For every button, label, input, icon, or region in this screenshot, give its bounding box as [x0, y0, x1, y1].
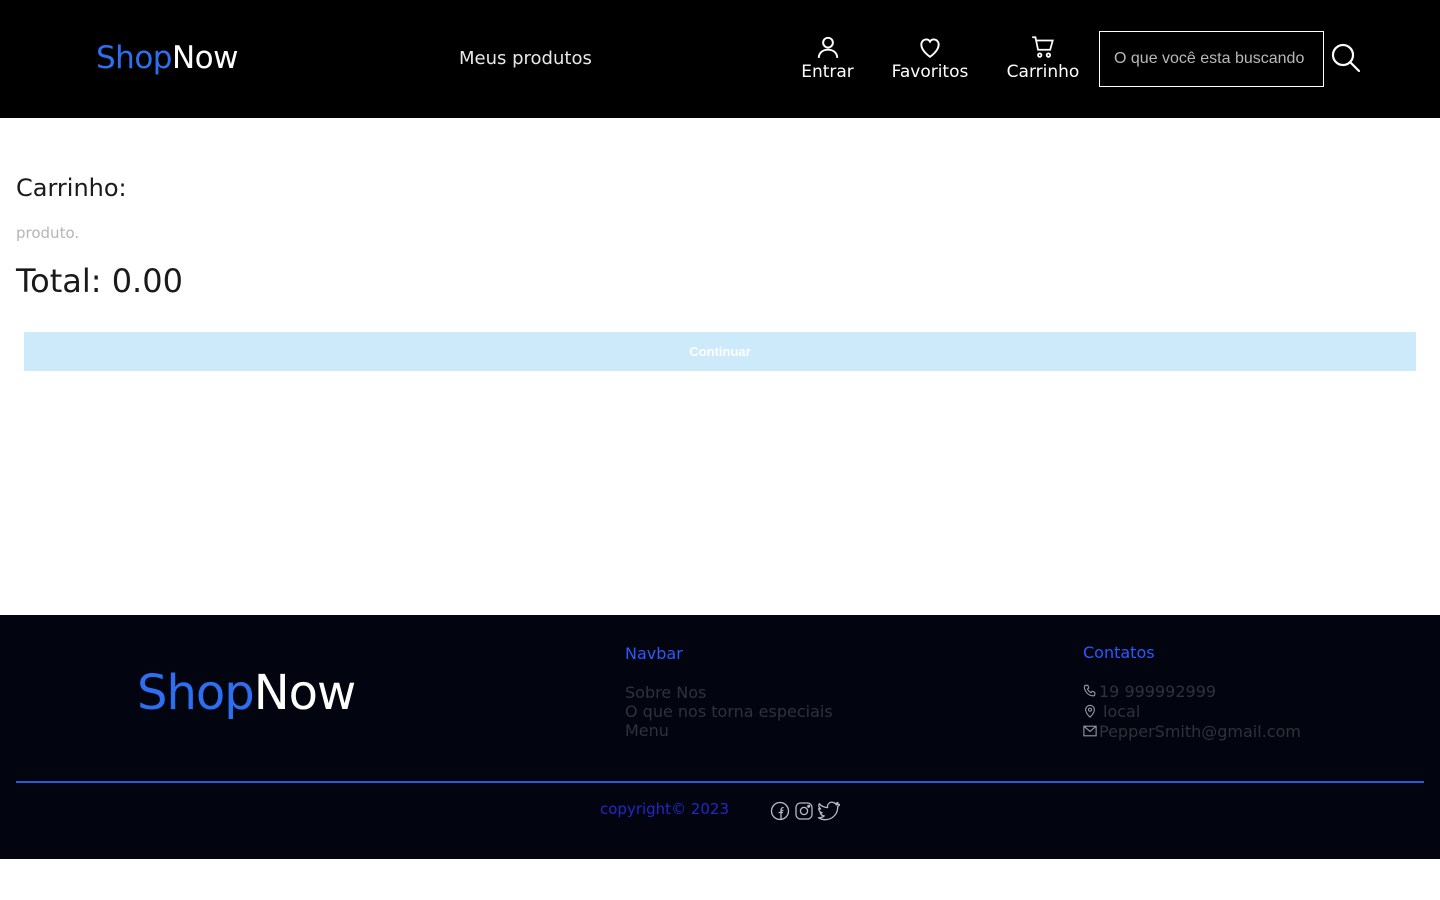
contact-phone: 19 999992999: [1083, 681, 1301, 701]
social-links: [770, 801, 840, 821]
nav-my-products-link[interactable]: Meus produtos: [459, 47, 592, 71]
site-header: ShopNow Meus produtos Entrar Favoritos C…: [0, 0, 1440, 118]
search-button[interactable]: [1330, 42, 1362, 74]
cart-label: Carrinho: [1006, 62, 1080, 82]
contact-location-text: local: [1103, 701, 1141, 721]
cart-icon: [1032, 36, 1054, 58]
footer-divider: [16, 781, 1424, 783]
cart-total: Total: 0.00: [16, 262, 183, 300]
footer-navbar-heading: Navbar: [625, 644, 683, 663]
footer-navbar-list: Sobre Nos O que nos torna especiais Menu: [625, 683, 833, 740]
cart-button[interactable]: Carrinho: [1004, 34, 1082, 82]
footer-link-especiais[interactable]: O que nos torna especiais: [625, 702, 833, 721]
footer-contacts-heading: Contatos: [1083, 643, 1155, 662]
search-input[interactable]: [1099, 31, 1324, 87]
phone-icon: [1083, 684, 1096, 697]
footer-link-sobre-nos[interactable]: Sobre Nos: [625, 683, 833, 702]
logo-now: Now: [171, 40, 239, 76]
site-footer: ShopNow Navbar Sobre Nos O que nos torna…: [0, 615, 1440, 859]
facebook-icon[interactable]: [770, 801, 790, 821]
twitter-icon[interactable]: [818, 801, 840, 821]
cart-product-text: produto.: [16, 224, 80, 242]
login-label: Entrar: [801, 62, 854, 82]
favorites-label: Favoritos: [891, 62, 969, 82]
location-pin-icon: [1085, 704, 1095, 718]
instagram-icon[interactable]: [794, 801, 814, 821]
logo[interactable]: ShopNow: [96, 38, 239, 78]
contact-email-text[interactable]: PepperSmith@gmail.com: [1099, 722, 1301, 741]
footer-logo-now: Now: [253, 665, 357, 721]
contact-email: PepperSmith@gmail.com: [1083, 721, 1301, 741]
copyright-text: copyright© 2023: [600, 800, 730, 818]
login-button[interactable]: Entrar: [800, 34, 855, 82]
favorites-button[interactable]: Favoritos: [890, 34, 970, 82]
envelope-icon: [1083, 725, 1097, 737]
search-icon: [1331, 43, 1361, 73]
user-icon: [817, 36, 838, 58]
logo-shop: Shop: [96, 40, 172, 76]
cart-title: Carrinho:: [16, 174, 127, 202]
footer-logo-shop: Shop: [137, 665, 255, 721]
footer-logo[interactable]: ShopNow: [137, 665, 357, 721]
heart-icon: [920, 38, 940, 58]
footer-link-menu[interactable]: Menu: [625, 721, 833, 740]
contact-location: local: [1083, 701, 1301, 721]
footer-contacts-list: 19 999992999 local PepperSmith@gmail.com: [1083, 681, 1301, 741]
contact-phone-text: 19 999992999: [1099, 681, 1217, 701]
continue-button[interactable]: Continuar: [24, 332, 1416, 371]
